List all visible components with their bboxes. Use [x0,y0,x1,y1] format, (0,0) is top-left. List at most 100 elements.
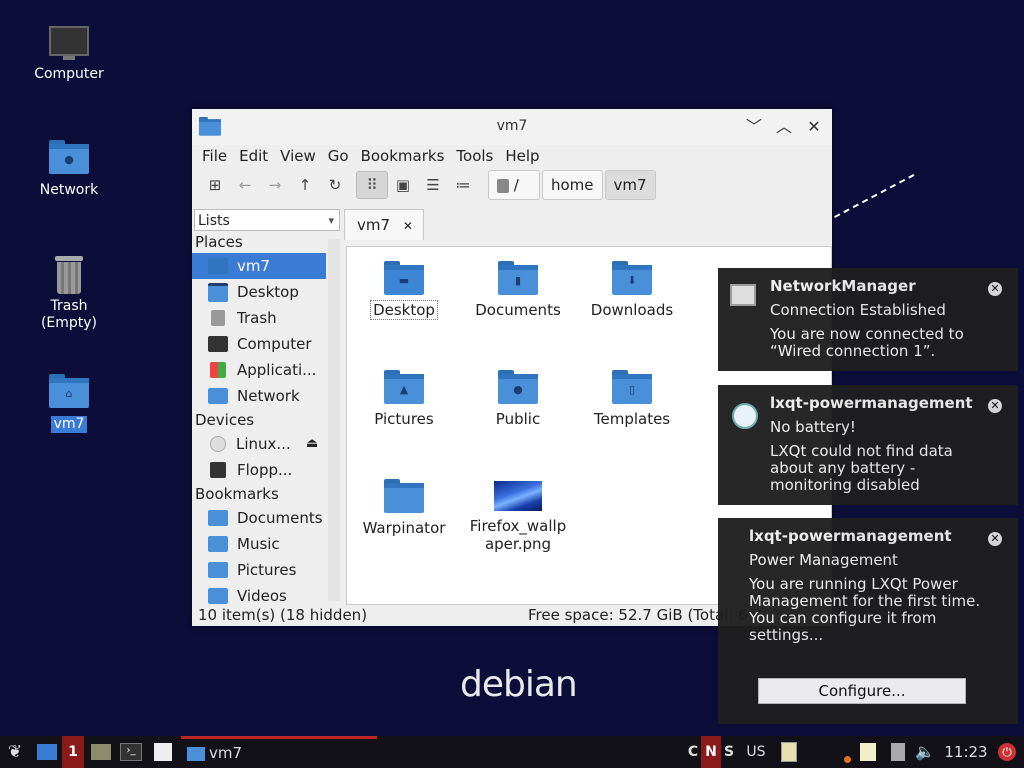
desktop-icon-home[interactable]: ⌂ vm7 [19,374,119,433]
maximize-button[interactable]: ︿ [774,117,794,137]
sidebar-item-computer[interactable]: Computer [192,331,326,357]
desktop-icon [208,282,228,302]
notification-summary: Connection Established [770,301,946,319]
menu-bookmarks[interactable]: Bookmarks [355,145,451,169]
disc-icon [210,436,226,452]
sidebar-item-linux-disk[interactable]: Linux... ⏏ [192,431,326,457]
thumbnail-view-icon[interactable]: ▣ [388,172,418,198]
close-icon[interactable]: ✕ [988,399,1002,413]
pictures-folder-icon: ▲ [384,370,424,404]
notification-body: LXQt could not find data about any batte… [770,442,953,494]
documents-folder-icon [208,510,228,526]
notification-body: You are running LXQt Power Management fo… [749,575,981,644]
detailed-list-icon[interactable]: ≔ [448,172,478,198]
menu-file[interactable]: File [196,145,233,169]
decorative-lines [834,173,916,220]
notification-power[interactable]: ✕ lxqt-powermanagement Power Management … [718,518,1018,724]
window-title: vm7 [496,118,528,134]
file-item-documents[interactable]: ▮ Documents [463,255,573,319]
menu-tools[interactable]: Tools [450,145,499,169]
sidebar-item-label: Pictures [237,561,297,579]
path-crumb-home[interactable]: home [542,170,603,200]
up-arrow-icon[interactable]: ↑ [290,172,320,198]
clipboard-icon[interactable] [780,741,798,763]
menu-bar: File Edit View Go Bookmarks Tools Help [192,145,832,169]
menu-view[interactable]: View [274,145,322,169]
tab-vm7[interactable]: vm7 ✕ [344,209,424,240]
sidebar-mode-select[interactable]: Lists [194,209,340,232]
sidebar-item-label: Flopp... [237,461,293,479]
show-desktop-icon[interactable] [36,741,58,763]
sidebar-item-label: Computer [237,335,312,353]
new-tab-icon[interactable]: ⊞ [200,172,230,198]
file-item-templates[interactable]: ▯ Templates [577,364,687,428]
icon-view-icon[interactable]: ⠿ [356,171,388,199]
taskbar-window-vm7[interactable]: vm7 [181,736,377,768]
path-root-button[interactable]: / [488,170,540,200]
terminal-launcher-icon[interactable]: ›_ [120,741,142,763]
close-icon[interactable]: ✕ [988,532,1002,546]
file-item-label: Documents [475,301,561,319]
desktop-icon-network[interactable]: ● Network [19,140,119,199]
sidebar-item-pictures[interactable]: Pictures [192,557,326,583]
compact-view-icon[interactable]: ☰ [418,172,448,198]
file-item-pictures[interactable]: ▲ Pictures [349,364,459,428]
back-arrow-icon[interactable]: ← [230,172,260,198]
sidebar-item-vm7[interactable]: vm7 [192,253,326,279]
file-item-desktop[interactable]: ▬ Desktop [349,255,459,320]
sidebar-item-applications[interactable]: Applicati... [192,357,326,383]
indicator-c[interactable]: C [686,741,700,763]
menu-edit[interactable]: Edit [233,145,274,169]
indicator-n[interactable]: N [701,736,721,768]
tab-close-icon[interactable]: ✕ [403,219,413,233]
volume-icon[interactable]: 🔈 [914,741,936,763]
file-item-downloads[interactable]: ⬇ Downloads [577,255,687,319]
configure-button[interactable]: Configure... [758,678,966,704]
sidebar-item-label: Linux... [236,435,291,453]
sidebar-section-places: Places [195,233,243,251]
workspace-switcher[interactable]: 1 [62,736,84,768]
trash-icon [49,256,89,294]
sidebar-item-floppy[interactable]: Flopp... [192,457,326,483]
sidebar-item-desktop[interactable]: Desktop [192,279,326,305]
file-item-label: Desktop [370,300,438,320]
menu-help[interactable]: Help [499,145,545,169]
desktop-icon-computer[interactable]: Computer [19,24,119,83]
file-item-public[interactable]: ● Public [463,364,573,428]
network-icon [730,284,756,306]
eject-icon[interactable]: ⏏ [306,431,318,457]
keyboard-layout[interactable]: US [744,741,768,763]
storage-icon[interactable] [888,741,908,763]
file-manager-launcher-icon[interactable] [90,741,112,763]
sidebar-scrollbar[interactable] [328,239,340,601]
sidebar-item-label: Applicati... [237,361,317,379]
free-space: Free space: 52.7 GiB (Total: 6 [528,606,748,624]
title-bar[interactable]: vm7 ﹀ ︿ ✕ [192,109,832,145]
close-icon[interactable]: ✕ [988,282,1002,296]
menu-go[interactable]: Go [322,145,355,169]
notification-battery[interactable]: ✕ lxqt-powermanagement No battery! LXQt … [718,385,1018,505]
sidebar-item-documents[interactable]: Documents [192,505,326,531]
sidebar-item-music[interactable]: Music [192,531,326,557]
sidebar-item-label: Music [237,535,280,553]
text-editor-launcher-icon[interactable] [152,741,174,763]
notes-icon[interactable] [858,741,878,763]
indicator-s[interactable]: S [722,741,736,763]
file-item-warpinator[interactable]: Warpinator [349,473,459,537]
notification-title: lxqt-powermanagement [749,527,952,545]
file-item-firefox-wallpaper[interactable]: Firefox_wallp aper.png [463,473,573,553]
sidebar-item-network[interactable]: Network [192,383,326,409]
sidebar-item-label: Network [237,387,300,405]
reload-icon[interactable]: ↻ [320,172,350,198]
app-menu-icon[interactable]: ❦ [4,741,26,763]
power-icon[interactable]: ⏻ [996,741,1018,763]
minimize-button[interactable]: ﹀ [744,117,764,137]
desktop-icon-trash[interactable]: Trash (Empty) [19,256,119,332]
forward-arrow-icon[interactable]: → [260,172,290,198]
sidebar-item-trash[interactable]: Trash [192,305,326,331]
clock[interactable]: 11:23 [942,741,990,763]
desktop-icon-label: Network [39,182,99,198]
notification-network[interactable]: ✕ NetworkManager Connection Established … [718,268,1018,371]
path-crumb-vm7[interactable]: vm7 [604,170,656,200]
close-button[interactable]: ✕ [804,117,824,137]
